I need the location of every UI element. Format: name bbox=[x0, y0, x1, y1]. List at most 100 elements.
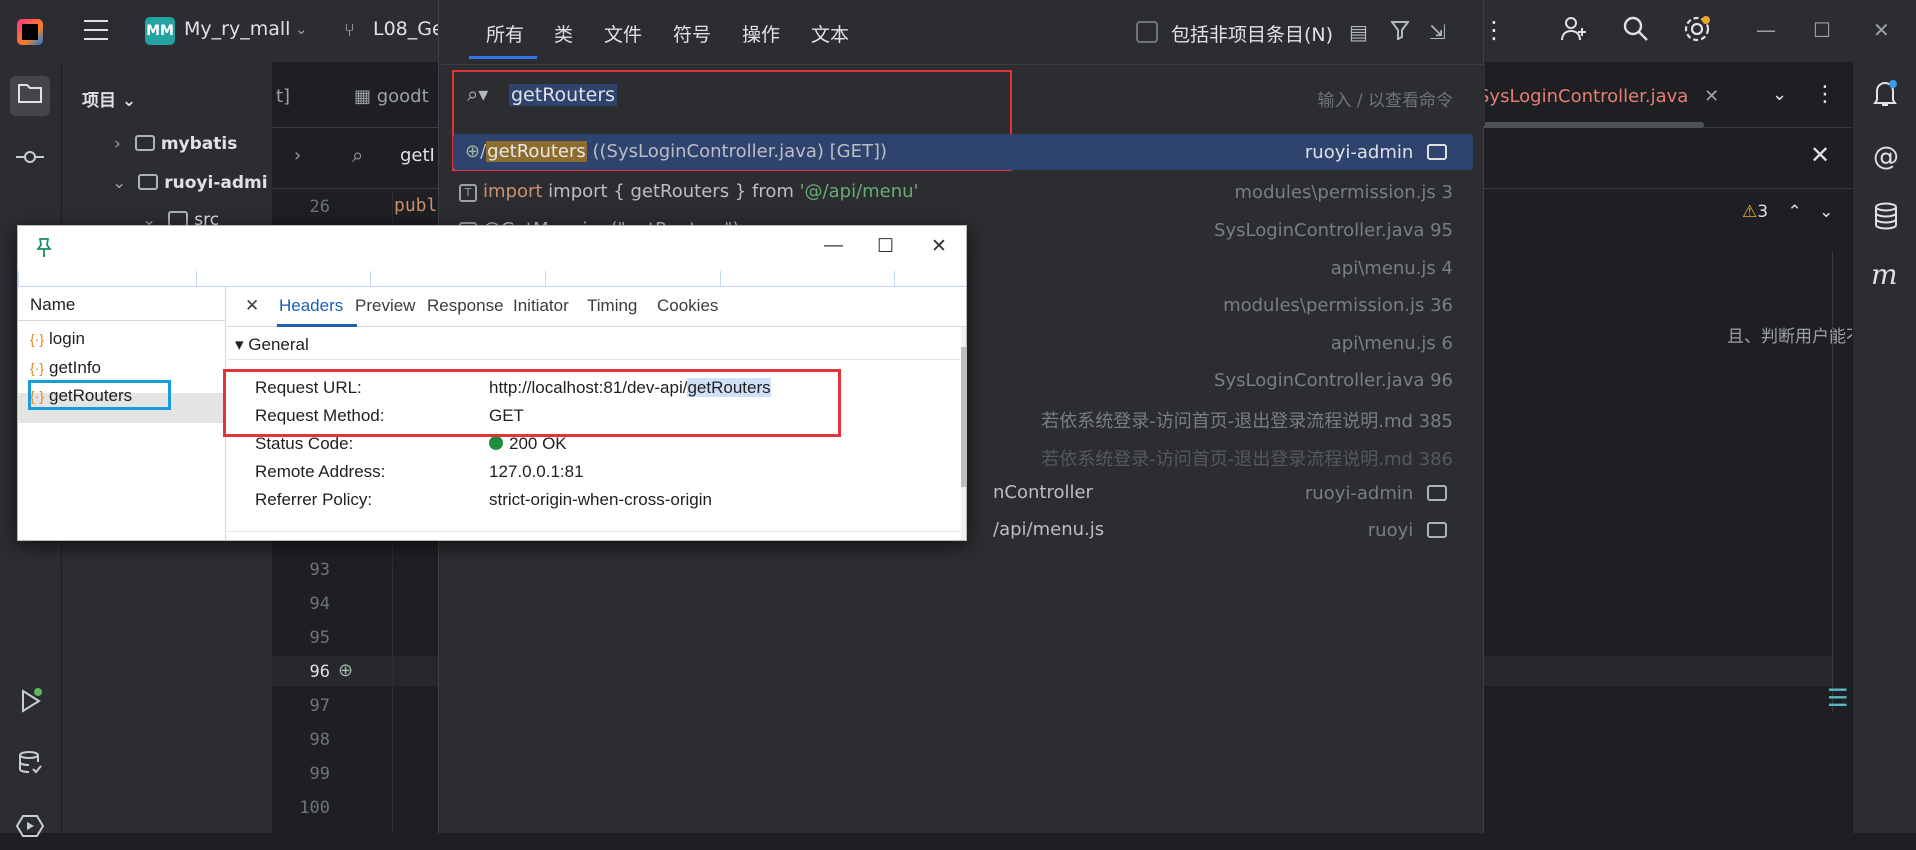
chevron-down-icon[interactable]: ⌄ bbox=[1772, 84, 1787, 105]
branch-icon[interactable]: ⑂ bbox=[344, 20, 355, 41]
field-label: Remote Address: bbox=[255, 462, 386, 481]
list-icon[interactable]: ☰ bbox=[1827, 684, 1849, 712]
search-icon: ⌕ bbox=[352, 143, 364, 167]
divider bbox=[227, 531, 961, 532]
xhr-icon: {·} bbox=[30, 331, 45, 347]
ai-assistant-icon[interactable]: @ bbox=[1873, 142, 1899, 172]
folder-icon bbox=[1427, 485, 1447, 501]
chevron-down-icon[interactable]: ⌄ bbox=[295, 20, 308, 38]
tab-all[interactable]: 所有 bbox=[486, 20, 524, 47]
editor-tab-goodt[interactable]: ▦ goodt bbox=[354, 86, 429, 107]
tab-files[interactable]: 文件 bbox=[604, 20, 642, 47]
request-list: Name {·} login {·} getInfo {·} getRouters bbox=[18, 287, 226, 540]
request-row-getinfo[interactable]: {·} getInfo bbox=[30, 358, 101, 378]
right-tool-strip: @ m bbox=[1852, 62, 1916, 833]
run-icon[interactable] bbox=[10, 686, 50, 726]
general-section-header[interactable]: ▾ General bbox=[235, 335, 309, 355]
tab-underline bbox=[469, 56, 537, 59]
request-details: ✕ Headers Preview Response Initiator Tim… bbox=[223, 287, 966, 540]
tree-item-mybatis[interactable]: › mybatis bbox=[114, 134, 237, 154]
project-panel-title[interactable]: 项目 ⌄ bbox=[82, 86, 136, 111]
name-column-header[interactable]: Name bbox=[18, 287, 226, 321]
filter-icon[interactable] bbox=[1390, 20, 1410, 45]
chevron-right-icon[interactable]: › bbox=[294, 145, 301, 166]
close-icon[interactable]: ✕ bbox=[245, 296, 259, 316]
devtools-window: — ☐ ✕ Name {·} login {·} getInfo {·} getRou… bbox=[17, 225, 967, 541]
services-icon[interactable] bbox=[10, 810, 50, 850]
code-text: publ bbox=[394, 195, 438, 216]
more-icon[interactable]: ⋮ bbox=[1482, 16, 1506, 44]
tree-item-ruoyi-admin[interactable]: ⌄ ruoyi-admi bbox=[112, 173, 268, 193]
close-icon[interactable]: ✕ bbox=[931, 235, 947, 258]
tab-text[interactable]: 文本 bbox=[811, 20, 849, 47]
line-number: 94 bbox=[309, 594, 330, 614]
warning-counter[interactable]: ⚠3 ⌃ ⌄ bbox=[1742, 202, 1833, 222]
maximize-icon[interactable]: ☐ bbox=[877, 235, 894, 258]
include-non-project-label: 包括非项目条目(N) bbox=[1171, 24, 1334, 46]
folder-icon[interactable] bbox=[10, 76, 50, 116]
editor-tab[interactable]: t] bbox=[276, 86, 290, 107]
database-icon[interactable] bbox=[1873, 202, 1899, 234]
editor-divider bbox=[1832, 252, 1833, 712]
preview-icon[interactable]: ▤ bbox=[1349, 20, 1368, 44]
close-icon[interactable]: ✕ bbox=[1810, 141, 1830, 169]
gear-icon[interactable] bbox=[1680, 14, 1714, 48]
referrer-policy-value: strict-origin-when-cross-origin bbox=[489, 490, 712, 509]
web-endpoint-icon: ⊕ bbox=[465, 141, 481, 162]
more-icon[interactable]: ⋮ bbox=[1814, 82, 1836, 107]
notifications-icon[interactable] bbox=[1871, 78, 1899, 115]
search-icon[interactable] bbox=[1619, 14, 1653, 48]
include-non-project-checkbox[interactable] bbox=[1136, 21, 1158, 43]
search-hint: 输入 / 以查看命令 bbox=[1317, 91, 1453, 111]
close-icon[interactable]: ✕ bbox=[1873, 18, 1890, 42]
pin-icon[interactable] bbox=[36, 238, 52, 263]
project-badge[interactable]: MM bbox=[145, 17, 175, 45]
line-number: 99 bbox=[309, 764, 330, 784]
line-number: 98 bbox=[309, 730, 330, 750]
line-number: 26 bbox=[309, 197, 330, 217]
tab-cookies[interactable]: Cookies bbox=[657, 296, 718, 316]
maven-icon[interactable]: m bbox=[1871, 258, 1898, 291]
add-user-icon[interactable] bbox=[1557, 14, 1591, 48]
commit-icon[interactable] bbox=[10, 136, 50, 176]
tab-preview[interactable]: Preview bbox=[355, 296, 415, 316]
tab-headers[interactable]: Headers bbox=[279, 296, 343, 316]
tab-scrollbar[interactable] bbox=[1482, 122, 1704, 128]
line-number: 96 bbox=[309, 662, 330, 682]
close-icon[interactable]: ✕ bbox=[1704, 86, 1719, 107]
maximize-icon[interactable]: ☐ bbox=[1813, 18, 1831, 42]
annotation-blue-frame bbox=[28, 380, 171, 410]
request-row-login[interactable]: {·} login bbox=[30, 329, 85, 349]
editor-tab-sysloginController[interactable]: SysLoginController.java ✕ bbox=[1478, 86, 1719, 107]
tab-initiator[interactable]: Initiator bbox=[513, 296, 569, 316]
minimize-icon[interactable]: — bbox=[1756, 18, 1776, 42]
open-in-window-icon[interactable]: ⇲ bbox=[1429, 20, 1446, 44]
tab-response[interactable]: Response bbox=[427, 296, 504, 316]
intellij-logo-icon[interactable] bbox=[17, 19, 43, 45]
folder-icon bbox=[138, 174, 159, 190]
tab-underline bbox=[277, 324, 357, 327]
status-code-value: 200 OK bbox=[489, 434, 567, 454]
folder-icon bbox=[134, 135, 155, 151]
remote-address-value: 127.0.0.1:81 bbox=[489, 462, 584, 481]
line-number: 93 bbox=[309, 560, 330, 580]
tab-classes[interactable]: 类 bbox=[554, 20, 573, 47]
tab-symbols[interactable]: 符号 bbox=[673, 20, 711, 47]
status-ok-icon bbox=[489, 436, 503, 450]
search-result[interactable]: ⊕/getRouters ((SysLoginController.java) … bbox=[453, 134, 1473, 170]
minimize-icon[interactable]: — bbox=[824, 235, 843, 257]
field-label: Status Code: bbox=[255, 434, 354, 453]
web-endpoint-icon[interactable]: ⊕ bbox=[338, 660, 353, 681]
search-result[interactable]: Timport import { getRouters } from '@/ap… bbox=[453, 174, 1473, 210]
line-number: 100 bbox=[299, 798, 330, 818]
tab-actions[interactable]: 操作 bbox=[742, 20, 780, 47]
project-name[interactable]: My_ry_mall bbox=[184, 18, 290, 40]
hamburger-icon[interactable] bbox=[84, 20, 108, 40]
text-icon: T bbox=[459, 184, 477, 202]
waterfall-strip bbox=[18, 271, 966, 287]
scrollbar-thumb[interactable] bbox=[961, 347, 966, 487]
folder-icon bbox=[1427, 522, 1447, 538]
find-input[interactable]: getI bbox=[400, 145, 435, 166]
tab-timing[interactable]: Timing bbox=[587, 296, 637, 316]
database-icon[interactable] bbox=[10, 748, 50, 788]
